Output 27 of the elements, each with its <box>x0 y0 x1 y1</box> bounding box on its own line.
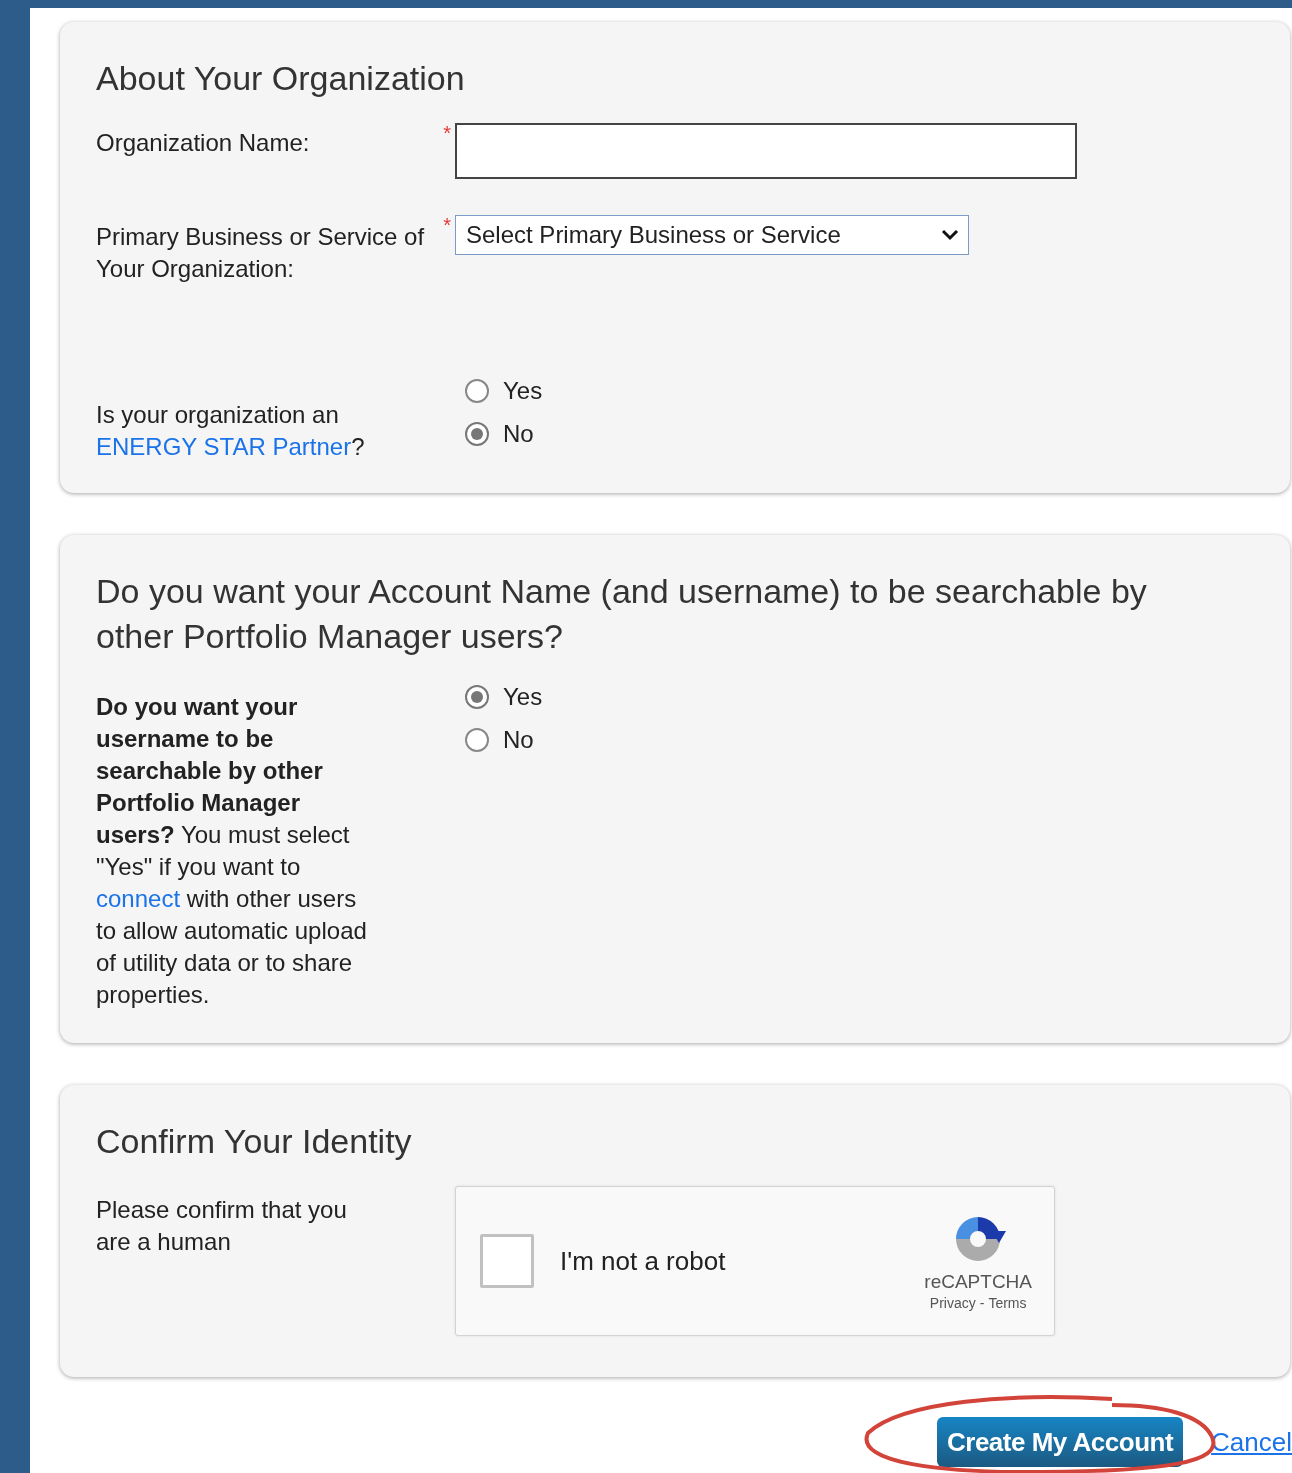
required-mark: * <box>443 123 451 143</box>
required-mark: * <box>443 215 451 235</box>
checkbox[interactable] <box>480 1234 534 1288</box>
section-heading: Confirm Your Identity <box>96 1121 413 1162</box>
captcha-brand: reCAPTCHA <box>924 1270 1032 1293</box>
radio-option[interactable]: No <box>465 418 543 449</box>
checkbox-label: I'm not a robot <box>560 1244 727 1278</box>
section-heading: About Your Organization <box>96 58 466 99</box>
field-label: Do you want your username to be searchable by other Portfolio Manager users? You must select "Yes" if you want to connect with other users to allow automatic upload of utility data or to share properties. <box>96 692 368 1010</box>
separator: - <box>979 1293 985 1313</box>
privacy-link[interactable]: Privacy <box>929 1292 976 1314</box>
create-account-button[interactable]: Create My Account <box>937 1417 1184 1467</box>
cancel-link[interactable]: Cancel <box>1211 1422 1292 1462</box>
terms-link[interactable]: Terms <box>988 1292 1027 1314</box>
select-dropdown[interactable]: Select Primary Business or Service <box>455 215 969 255</box>
section-heading: Do you want your Account Name (and username) to be searchable by other Portfolio Manager users? <box>96 571 1148 657</box>
radio-option[interactable]: No <box>465 724 543 755</box>
link[interactable]: ENERGY STAR Partner <box>96 433 352 460</box>
link[interactable]: connect <box>96 885 181 912</box>
field-label: Organization Name: <box>96 128 311 158</box>
field-label: Is your organization an ENERGY STAR Partner? <box>96 400 366 462</box>
radio-option[interactable]: Yes <box>465 681 543 712</box>
input-field[interactable] <box>455 123 1077 179</box>
field-label: Please confirm that you are a human <box>96 1195 348 1257</box>
chevron-down-icon <box>940 228 960 242</box>
radio-option[interactable]: Yes <box>465 375 543 406</box>
field-label: Primary Business or Service of Your Organization: <box>96 222 426 284</box>
